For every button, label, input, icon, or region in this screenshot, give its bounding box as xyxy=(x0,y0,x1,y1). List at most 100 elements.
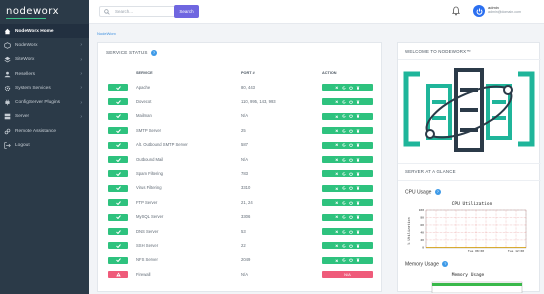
delete-icon[interactable] xyxy=(356,172,360,176)
help-icon[interactable]: ? xyxy=(434,189,441,195)
stop-icon[interactable] xyxy=(335,201,339,205)
avatar[interactable] xyxy=(473,5,485,17)
search-button[interactable]: Search xyxy=(174,5,199,18)
power-icon[interactable] xyxy=(349,229,353,234)
restart-icon[interactable] xyxy=(342,85,346,90)
restart-icon[interactable] xyxy=(342,244,346,248)
action-label: N/A xyxy=(344,272,351,278)
cpu-chart-ylabel: % Utilization xyxy=(407,217,411,244)
stop-icon[interactable] xyxy=(335,215,339,219)
power-icon[interactable] xyxy=(349,172,353,176)
service-name: DNS Server xyxy=(136,228,159,234)
sidebar-item-nodeworx[interactable]: NodeWorx › xyxy=(0,38,89,52)
restart-icon[interactable] xyxy=(342,229,346,234)
restart-icon[interactable] xyxy=(342,172,346,176)
stop-icon[interactable] xyxy=(335,143,339,147)
delete-icon[interactable] xyxy=(356,100,360,104)
service-port: 21, 24 xyxy=(241,199,253,205)
power-icon[interactable] xyxy=(349,157,353,162)
delete-icon[interactable] xyxy=(356,186,360,190)
stop-icon[interactable] xyxy=(335,114,339,119)
restart-icon[interactable] xyxy=(342,157,346,162)
service-action-button[interactable] xyxy=(322,170,373,178)
stop-icon[interactable] xyxy=(335,258,339,263)
restart-icon[interactable] xyxy=(342,215,346,219)
power-icon[interactable] xyxy=(349,244,353,248)
topbar: Search... Search admin admin@domain.com xyxy=(89,0,544,24)
delete-icon[interactable] xyxy=(356,244,360,248)
y-tick-label: 100 xyxy=(419,208,425,212)
service-action-button[interactable] xyxy=(322,156,373,163)
service-action-button[interactable] xyxy=(322,213,373,221)
status-badge xyxy=(108,242,128,250)
delete-icon[interactable] xyxy=(356,129,360,133)
power-icon[interactable] xyxy=(349,186,353,191)
restart-icon[interactable] xyxy=(342,100,346,104)
power-icon[interactable] xyxy=(349,114,353,119)
layers-icon xyxy=(4,56,11,63)
sidebar-item-remote-assistance[interactable]: Remote Assistance xyxy=(0,124,89,138)
service-action-button[interactable] xyxy=(322,98,373,106)
search-input[interactable]: Search... xyxy=(99,6,177,17)
sidebar-item-nodeworx-home[interactable]: NodeWorx Home xyxy=(0,24,89,39)
service-port: N/A xyxy=(241,156,248,162)
service-action-button[interactable] xyxy=(322,242,373,250)
restart-icon[interactable] xyxy=(342,114,346,118)
sidebar-item-configserver-plugins[interactable]: ConfigServer Plugins › xyxy=(0,95,89,109)
sidebar-item-siteworx[interactable]: SiteWorx › xyxy=(0,53,89,67)
delete-icon[interactable] xyxy=(356,86,360,90)
app-root: { "brand": {"logo_text": "nodeworx"}, "s… xyxy=(0,0,544,294)
delete-icon[interactable] xyxy=(356,143,360,147)
chevron-right-icon: › xyxy=(80,99,82,106)
service-action-button[interactable] xyxy=(322,127,373,135)
service-action-button[interactable] xyxy=(322,199,373,207)
help-icon[interactable]: ? xyxy=(442,261,449,267)
delete-icon[interactable] xyxy=(356,230,360,234)
delete-icon[interactable] xyxy=(356,258,360,262)
power-icon[interactable] xyxy=(349,128,353,133)
stop-icon[interactable] xyxy=(335,172,339,176)
user-name[interactable]: admin xyxy=(488,5,499,10)
stop-icon[interactable] xyxy=(335,230,339,234)
breadcrumb[interactable]: NodeWorx xyxy=(97,31,116,36)
stop-icon[interactable] xyxy=(335,186,339,191)
sidebar-item-server[interactable]: Server › xyxy=(0,110,89,124)
brand-logo[interactable]: nodeworx xyxy=(0,0,89,24)
stop-icon[interactable] xyxy=(335,86,339,90)
restart-icon[interactable] xyxy=(342,143,346,147)
cpu-chart: CPU Utilization % Utilization 100 80 60 40 2… xyxy=(407,201,527,253)
power-icon[interactable] xyxy=(349,258,353,263)
restart-icon[interactable] xyxy=(342,258,346,262)
service-action-button[interactable] xyxy=(322,184,373,192)
power-icon[interactable] xyxy=(349,200,353,205)
help-icon[interactable]: ? xyxy=(151,50,158,56)
memory-chart: Memory Usage xyxy=(431,272,523,293)
restart-icon[interactable] xyxy=(342,200,346,205)
delete-icon[interactable] xyxy=(356,215,360,219)
service-action-button[interactable] xyxy=(322,84,373,91)
delete-icon[interactable] xyxy=(356,201,360,205)
sidebar-nav: NodeWorx Home NodeWorx › SiteWorx › Resellers… xyxy=(0,24,89,153)
power-icon[interactable] xyxy=(349,215,353,219)
bell-icon[interactable] xyxy=(452,6,460,16)
stop-icon[interactable] xyxy=(335,100,339,104)
service-action-button[interactable] xyxy=(322,112,373,120)
stop-icon[interactable] xyxy=(335,158,339,162)
delete-icon[interactable] xyxy=(356,158,360,162)
power-icon[interactable] xyxy=(349,85,353,90)
restart-icon[interactable] xyxy=(342,128,346,133)
sidebar-item-system-services[interactable]: System Services › xyxy=(0,81,89,95)
sidebar-item-resellers[interactable]: Resellers › xyxy=(0,67,89,81)
service-action-button[interactable]: N/A xyxy=(322,271,373,279)
check-icon xyxy=(115,143,121,148)
service-action-button[interactable] xyxy=(322,256,373,264)
power-icon[interactable] xyxy=(349,100,353,104)
sidebar-item-logout[interactable]: Logout xyxy=(0,138,89,152)
service-action-button[interactable] xyxy=(322,141,373,149)
stop-icon[interactable] xyxy=(335,129,339,133)
power-icon[interactable] xyxy=(349,143,353,147)
stop-icon[interactable] xyxy=(335,244,339,248)
service-action-button[interactable] xyxy=(322,228,373,235)
restart-icon[interactable] xyxy=(342,186,346,190)
delete-icon[interactable] xyxy=(356,114,360,118)
